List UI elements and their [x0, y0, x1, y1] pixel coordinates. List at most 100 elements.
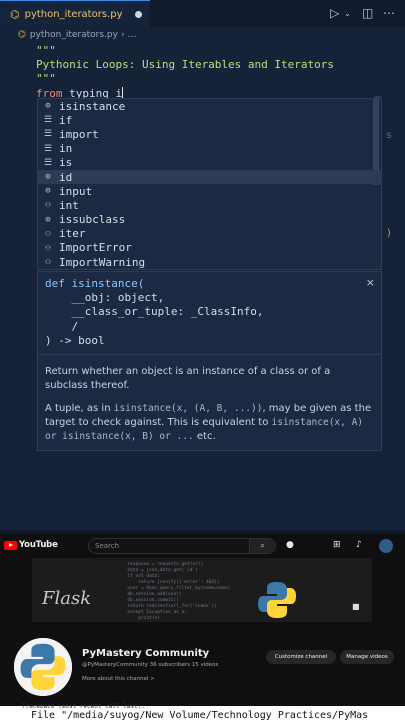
youtube-wordmark: YouTube — [19, 540, 58, 550]
channel-avatar[interactable] — [14, 638, 72, 696]
terminal-output: Traceback (most recent call last): File … — [0, 703, 405, 720]
cube-icon: ⊙ — [45, 172, 51, 183]
more-actions-icon[interactable]: ⋯ — [383, 6, 395, 20]
autocomplete-item[interactable]: ⊙ isinstance — [38, 99, 381, 113]
channel-name: PyMastery Community — [82, 648, 210, 659]
function-signature: def isinstance( __obj: object, __class_o… — [45, 277, 264, 348]
terminal-line-partial: Traceback (most recent call last): — [22, 703, 145, 710]
banner-code-image: response = requests.get(url) data = json… — [127, 562, 231, 621]
class-icon: ⚇ — [45, 257, 51, 268]
signature-line-1: def isinstance( — [45, 277, 145, 290]
autocomplete-item[interactable]: ☰ import — [38, 127, 381, 141]
code-fragment-right: s — [386, 130, 393, 141]
autocomplete-item-label: iter — [59, 227, 86, 241]
snippet-icon: ☰ — [43, 157, 53, 168]
autocomplete-list[interactable]: ⊙ isinstance ☰ if ☰ import ☰ in ☰ is ⊙ id ⊙ input ⚇ int… — [37, 98, 382, 270]
autocomplete-item-label: int — [59, 198, 79, 212]
banner-flask-text: Flask — [42, 588, 92, 609]
channel-stats: @PyMasteryCommunity 36 subscribers 15 vi… — [82, 662, 219, 668]
customize-channel-button[interactable]: Customize channel — [266, 650, 336, 664]
doc-divider — [38, 354, 381, 355]
class-icon: ⚇ — [45, 242, 51, 253]
snippet-icon: ☰ — [43, 115, 53, 126]
cube-icon: ⊙ — [45, 186, 51, 197]
autocomplete-item[interactable]: ☰ in — [38, 142, 381, 156]
more-about-channel-link[interactable]: More about this channel > — [82, 676, 155, 682]
signature-line-3: __class_or_tuple: _ClassInfo, — [45, 305, 264, 319]
class-icon: ⚇ — [45, 200, 51, 211]
autocomplete-item[interactable]: ☰ if — [38, 113, 381, 127]
youtube-header: YouTube Search ⌕ ● ⊞ ♪ — [0, 534, 405, 558]
autocomplete-item[interactable]: ☰ is — [38, 156, 381, 170]
manage-videos-button[interactable]: Manage videos — [340, 650, 394, 664]
snippet-icon: ☰ — [43, 143, 53, 154]
cube-icon: ⊙ — [45, 101, 51, 112]
autocomplete-item-label: ImportWarning — [59, 255, 146, 269]
autocomplete-item-label: if — [59, 113, 73, 127]
tab-python-iterators[interactable]: ⌬ python_iterators.py — [0, 0, 150, 27]
python-logo-icon — [14, 638, 72, 696]
class-icon: ⚇ — [45, 228, 51, 239]
doc-paragraph-1: Return whether an object is an instance … — [45, 366, 331, 391]
python-logo-icon — [258, 582, 296, 618]
create-video-icon[interactable]: ⊞ — [333, 540, 341, 550]
autocomplete-item-label: id — [59, 170, 73, 184]
banner-links-icon[interactable]: ■ — [352, 602, 360, 611]
avatar[interactable] — [379, 539, 393, 553]
breadcrumb-more[interactable]: … — [128, 30, 137, 40]
python-file-icon: ⌬ — [18, 30, 26, 40]
autocomplete-item[interactable]: ⊙ issubclass — [38, 213, 381, 227]
breadcrumb-separator: › — [120, 30, 125, 40]
snippet-icon: ☰ — [43, 129, 53, 140]
autocomplete-item-label: in — [59, 142, 73, 156]
signature-help-popup: × def isinstance( __obj: object, __class… — [37, 271, 382, 451]
close-icon[interactable]: × — [366, 276, 375, 289]
youtube-channel-panel: YouTube Search ⌕ ● ⊞ ♪ Flask response = … — [0, 534, 405, 706]
autocomplete-item[interactable]: ⚇ int — [38, 198, 381, 212]
signature-line-4: / — [45, 319, 79, 333]
autocomplete-item-label: issubclass — [59, 213, 126, 227]
autocomplete-item-label: input — [59, 184, 93, 198]
chevron-down-icon[interactable]: ⌄ — [344, 9, 351, 18]
text-cursor — [122, 86, 124, 99]
autocomplete-item[interactable]: ⊙ id — [38, 169, 381, 185]
python-file-icon: ⌬ — [10, 7, 20, 21]
unsaved-dot-icon[interactable] — [134, 10, 142, 18]
youtube-play-icon — [4, 540, 17, 550]
autocomplete-item[interactable]: ⚇ ImportWarning — [38, 255, 381, 269]
cube-icon: ⊙ — [45, 214, 51, 225]
tab-label: python_iterators.py — [24, 8, 123, 20]
doc-p2-prefix: A tuple, as in — [45, 403, 114, 414]
bell-icon[interactable]: ♪ — [356, 540, 362, 550]
code-text[interactable]: """ Pythonic Loops: Using Iterables and … — [36, 44, 334, 101]
autocomplete-item-label: ImportError — [59, 241, 132, 255]
autocomplete-item-label: isinstance — [59, 99, 126, 113]
editor-tab-bar: ⌬ python_iterators.py ▷ ⌄ ◫ ⋯ — [0, 0, 405, 27]
terminal-line-file: File "/media/suyog/New Volume/Technology… — [31, 710, 369, 720]
signature-line-5: ) -> bool — [45, 333, 105, 347]
autocomplete-item[interactable]: ⚇ ImportError — [38, 241, 381, 255]
code-fragment-paren: ) — [386, 228, 393, 239]
doc-paragraph-2: A tuple, as in isinstance(x, (A, B, ...)… — [45, 402, 375, 444]
search-icon[interactable]: ⌕ — [249, 539, 275, 553]
autocomplete-item-label: is — [59, 156, 73, 170]
run-icon[interactable]: ▷ — [330, 6, 339, 20]
code-line-2: Pythonic Loops: Using Iterables and Iter… — [36, 58, 335, 72]
breadcrumb: ⌬ python_iterators.py › … — [18, 28, 137, 42]
autocomplete-item[interactable]: ⊙ input — [38, 184, 381, 198]
microphone-icon[interactable]: ● — [286, 540, 294, 550]
autocomplete-item-label: import — [59, 127, 99, 141]
youtube-logo[interactable]: YouTube — [4, 540, 58, 550]
autocomplete-item[interactable]: ⚇ iter — [38, 227, 381, 241]
search-input[interactable]: Search — [95, 542, 249, 550]
youtube-search-box[interactable]: Search ⌕ — [88, 538, 276, 554]
code-line-3: """ — [36, 72, 56, 86]
signature-line-2: __obj: object, — [45, 291, 165, 305]
breadcrumb-file[interactable]: python_iterators.py — [30, 30, 118, 40]
split-editor-icon[interactable]: ◫ — [362, 6, 373, 20]
code-line-1: """ — [36, 44, 56, 57]
code-editor[interactable]: ⌬ python_iterators.py ▷ ⌄ ◫ ⋯ ⌬ python_i… — [0, 0, 405, 530]
doc-code-1: isinstance(x, (A, B, ...)) — [113, 403, 263, 414]
channel-banner: Flask response = requests.get(url) data … — [32, 558, 372, 622]
doc-p2-suffix: etc. — [193, 431, 216, 442]
